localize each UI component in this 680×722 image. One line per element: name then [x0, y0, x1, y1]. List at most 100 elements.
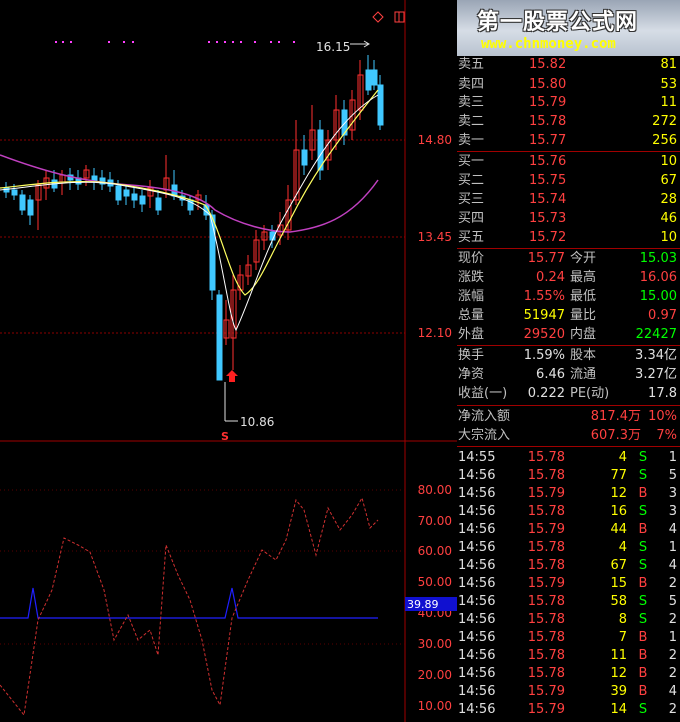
bid-row[interactable]: 买二 15.75 67 — [457, 172, 680, 190]
tick-volume: 44 — [610, 522, 627, 537]
tick-direction: B — [638, 666, 648, 681]
low-annotation: 10.86 — [224, 382, 274, 429]
candle-body — [139, 195, 146, 205]
ask-price: 15.79 — [529, 95, 567, 110]
ask-row[interactable]: 卖四 15.80 53 — [457, 76, 680, 94]
tick-price: 15.78 — [527, 612, 565, 627]
candle-body — [19, 194, 26, 211]
bid-row[interactable]: 买三 15.74 28 — [457, 191, 680, 209]
tick-time: 14:56 — [458, 612, 496, 627]
tick-row[interactable]: 14:56 15.78 16 S 3 — [457, 503, 680, 521]
tick-row[interactable]: 14:55 15.78 4 S 1 — [457, 449, 680, 467]
tick-row[interactable]: 14:56 15.79 44 B 4 — [457, 521, 680, 539]
ask-volume: 53 — [660, 77, 677, 92]
ask-row[interactable]: 卖三 15.79 11 — [457, 94, 680, 112]
signal-marker: S — [221, 430, 229, 443]
tick-direction: S — [638, 540, 648, 555]
quote-row: 外盘 29520 内盘 22427 — [458, 327, 677, 342]
bid-label: 买五 — [458, 230, 485, 245]
buy-arrow-icon — [226, 370, 238, 382]
ask-volume: 272 — [652, 114, 677, 129]
tick-direction: S — [638, 450, 648, 465]
bid-row[interactable]: 买五 15.72 10 — [457, 229, 680, 247]
price-grid — [0, 0, 457, 722]
tick-direction: B — [638, 576, 648, 591]
tick-row[interactable]: 14:56 15.79 12 B 3 — [457, 485, 680, 503]
tick-direction: S — [638, 504, 648, 519]
tick-row[interactable]: 14:56 15.78 8 S 2 — [457, 611, 680, 629]
price-axis: 14.80 13.45 12.10 — [418, 133, 452, 340]
diamond-icon[interactable] — [372, 11, 384, 23]
tick-row[interactable]: 14:56 15.79 15 B 2 — [457, 575, 680, 593]
bid-volume: 10 — [660, 154, 677, 169]
ask-label: 卖四 — [458, 77, 485, 92]
tick-volume: 11 — [610, 648, 627, 663]
flow-row: 净流入额 817.4万 10% — [458, 409, 677, 424]
tick-volume: 4 — [618, 540, 627, 555]
tick-price: 15.79 — [527, 684, 565, 699]
bid-price: 15.74 — [529, 192, 567, 207]
tick-volume: 58 — [610, 594, 627, 609]
bid-volume: 46 — [660, 211, 677, 226]
tick-row[interactable]: 14:56 15.79 14 S 2 — [457, 701, 680, 719]
tick-count: 2 — [668, 648, 677, 663]
tick-price: 15.78 — [527, 504, 565, 519]
tick-time: 14:56 — [458, 594, 496, 609]
tick-count: 1 — [668, 450, 677, 465]
indicator-grid — [0, 489, 405, 645]
candle-body — [301, 149, 308, 166]
tick-time: 14:56 — [458, 684, 496, 699]
divider — [457, 446, 680, 447]
tick-time: 14:56 — [458, 504, 496, 519]
tick-time: 14:56 — [458, 540, 496, 555]
ask-row[interactable]: 卖一 15.77 256 — [457, 132, 680, 150]
banner-title: 第一股票公式网 — [477, 10, 639, 35]
tick-price: 15.78 — [527, 540, 565, 555]
tick-price: 15.79 — [527, 522, 565, 537]
y-tick-label: 12.10 — [418, 326, 452, 340]
baseline-line — [0, 587, 378, 619]
tick-row[interactable]: 14:56 15.78 77 S 5 — [457, 467, 680, 485]
bid-row[interactable]: 买一 15.76 10 — [457, 153, 680, 171]
bid-price: 15.75 — [529, 173, 567, 188]
tick-count: 1 — [668, 630, 677, 645]
candle-body — [115, 185, 122, 201]
tick-row[interactable]: 14:56 15.78 12 B 2 — [457, 665, 680, 683]
high-annotation: 16.15 — [316, 40, 370, 54]
tick-price: 15.79 — [527, 486, 565, 501]
tick-count: 2 — [668, 612, 677, 627]
tick-row[interactable]: 14:56 15.78 7 B 1 — [457, 629, 680, 647]
indicator-tick: 30.00 — [418, 637, 452, 651]
tick-price: 15.78 — [527, 468, 565, 483]
site-banner: 第一股票公式网 www.chnmoney.com — [457, 0, 680, 56]
top-icons[interactable] — [372, 11, 405, 23]
tick-direction: B — [638, 486, 648, 501]
flow-row: 大宗流入 607.3万 7% — [458, 428, 677, 443]
ask-row[interactable]: 卖五 15.82 81 — [457, 56, 680, 74]
tick-row[interactable]: 14:56 15.78 58 S 5 — [457, 593, 680, 611]
banner-url: www.chnmoney.com — [481, 36, 616, 52]
tick-volume: 7 — [618, 630, 627, 645]
kline-chart[interactable]: 14.80 13.45 12.10 16.15 10.86 S 80.00 70… — [0, 0, 457, 722]
tick-row[interactable]: 14:56 15.78 67 S 4 — [457, 557, 680, 575]
quote-row: 现价 15.77 今开 15.03 — [458, 251, 677, 266]
candle-body — [377, 84, 384, 126]
fundamental-row: 净资 6.46 流通 3.27亿 — [458, 367, 677, 382]
tick-price: 15.78 — [527, 594, 565, 609]
ask-label: 卖一 — [458, 133, 485, 148]
tick-time: 14:56 — [458, 630, 496, 645]
tick-time: 14:56 — [458, 486, 496, 501]
ask-row[interactable]: 卖二 15.78 272 — [457, 113, 680, 131]
tick-volume: 4 — [618, 450, 627, 465]
indicator-tick: 80.00 — [418, 483, 452, 497]
tick-row[interactable]: 14:56 15.78 11 B 2 — [457, 647, 680, 665]
tick-direction: S — [638, 612, 648, 627]
candle-body — [11, 189, 18, 196]
tick-row[interactable]: 14:56 15.78 4 S 1 — [457, 539, 680, 557]
indicator-tick: 70.00 — [418, 514, 452, 528]
tick-count: 4 — [668, 558, 677, 573]
tick-count: 2 — [668, 702, 677, 717]
tick-price: 15.78 — [527, 666, 565, 681]
tick-row[interactable]: 14:56 15.79 39 B 4 — [457, 683, 680, 701]
bid-row[interactable]: 买四 15.73 46 — [457, 210, 680, 228]
